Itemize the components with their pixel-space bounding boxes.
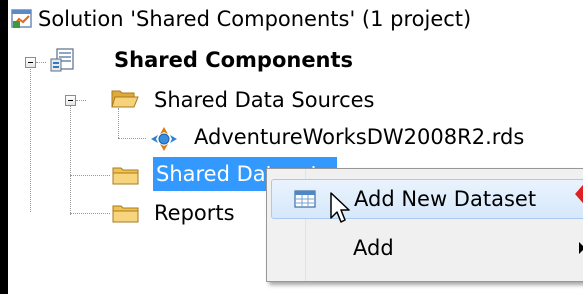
dataset-table-icon: [294, 190, 316, 208]
data-source-file-label: AdventureWorksDW2008R2.rds: [194, 125, 525, 149]
tree-line: [70, 175, 110, 176]
menu-item-label: Add New Dataset: [354, 187, 537, 211]
tree-item-reports[interactable]: Reports: [154, 196, 235, 230]
submenu-arrow-icon: [579, 242, 583, 254]
annotation-arrow-icon: [575, 184, 583, 204]
folder-icon: [112, 167, 139, 185]
solution-icon: [11, 9, 32, 28]
tree-item-shared-data-sources[interactable]: Shared Data Sources: [154, 83, 375, 117]
tree-item-data-source[interactable]: AdventureWorksDW2008R2.rds: [194, 120, 524, 154]
menu-item-add-new-dataset[interactable]: Add New Dataset: [271, 179, 583, 219]
tree-item-project[interactable]: Shared Components: [114, 43, 353, 77]
folder-icon: [112, 205, 139, 223]
shared-data-sources-label: Shared Data Sources: [154, 88, 375, 112]
tree-line: [36, 62, 46, 63]
project-icon: [50, 48, 74, 72]
data-source-icon: [151, 127, 177, 151]
solution-explorer-tree: Solution 'Shared Components' (1 project)…: [8, 0, 583, 294]
collapse-toggle[interactable]: [25, 57, 36, 68]
tree-line: [30, 62, 31, 212]
solution-label: Solution 'Shared Components' (1 project): [38, 7, 472, 31]
collapse-toggle[interactable]: [65, 95, 76, 106]
tree-line: [118, 108, 119, 138]
menu-item-label: Add: [353, 236, 394, 260]
mouse-cursor-icon: [330, 192, 350, 223]
tree-line: [76, 100, 86, 101]
menu-item-add[interactable]: Add: [271, 228, 583, 268]
tree-line: [70, 100, 71, 215]
reports-label: Reports: [154, 201, 235, 225]
tree-line: [70, 213, 110, 214]
context-menu: Add New Dataset Add: [266, 168, 583, 282]
folder-open-icon: [111, 90, 139, 108]
tree-item-solution[interactable]: Solution 'Shared Components' (1 project): [38, 2, 471, 36]
tree-line: [118, 138, 146, 139]
project-label: Shared Components: [114, 48, 354, 72]
